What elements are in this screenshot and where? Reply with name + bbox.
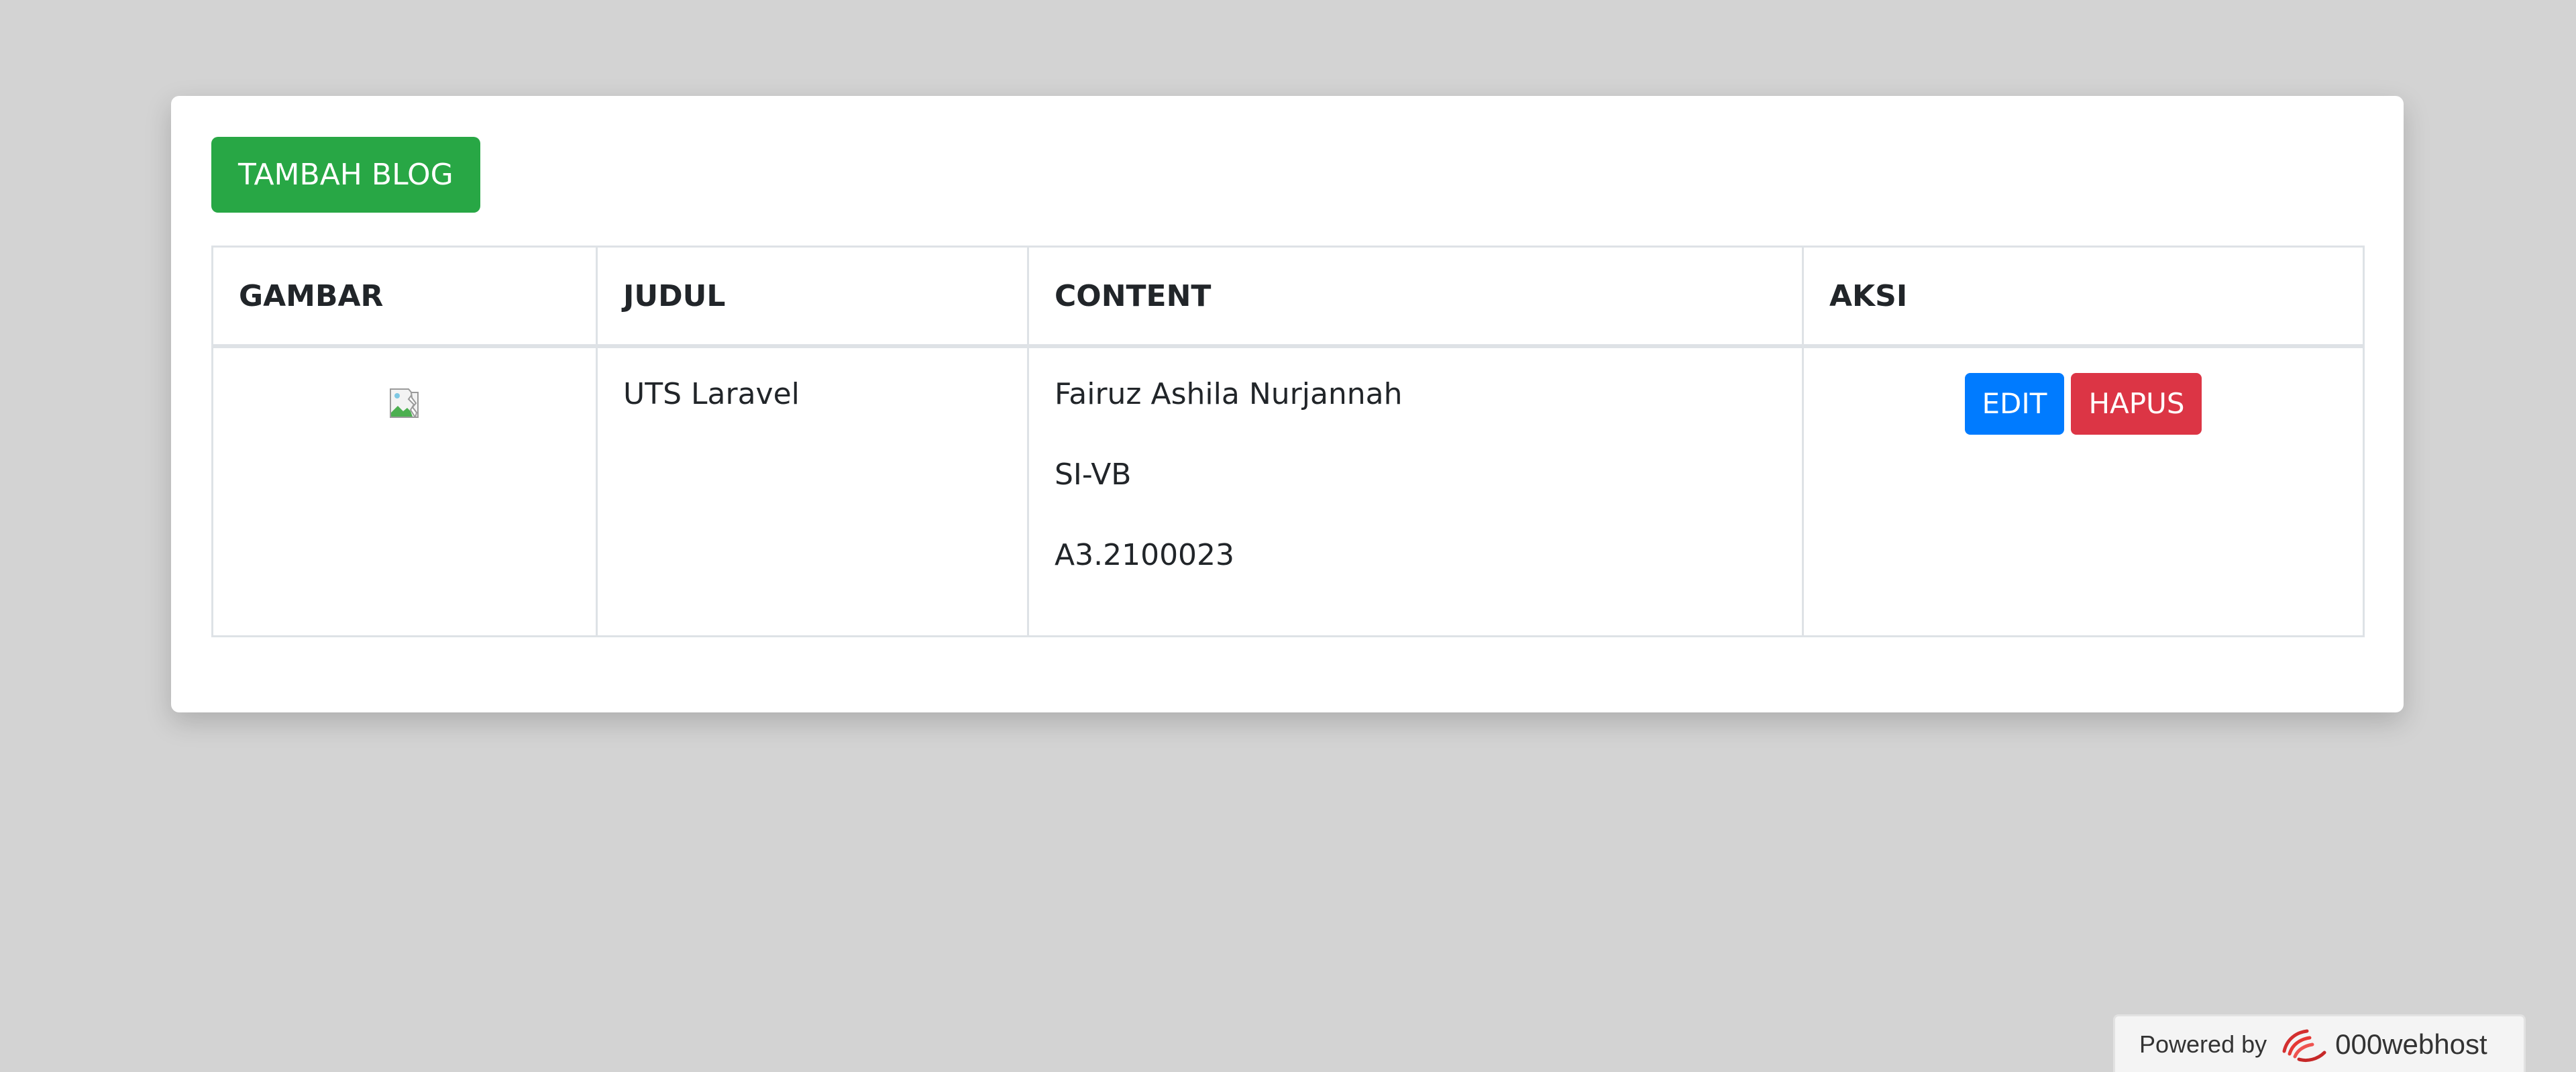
content-line: A3.2100023 [1055,538,1235,572]
header-actions: AKSI [1802,246,2365,348]
cell-image [211,345,598,637]
cell-title: UTS Laravel [596,345,1029,637]
000webhost-logo-icon [2282,1029,2326,1062]
blog-table: GAMBAR JUDUL CONTENT AKSI UTS Laravel Fa… [211,246,2365,637]
edit-button[interactable]: EDIT [1964,373,2065,435]
table-header: GAMBAR JUDUL CONTENT AKSI [211,246,2365,348]
powered-by-badge[interactable]: Powered by 000webhost [2113,1014,2526,1072]
content-line: Fairuz Ashila Nurjannah [1055,377,1403,411]
table-row: UTS Laravel Fairuz Ashila Nurjannah SI-V… [211,345,2365,637]
cell-actions: EDIT HAPUS [1802,345,2365,637]
powered-by-label: Powered by [2139,1030,2267,1058]
delete-button[interactable]: HAPUS [2071,373,2202,435]
header-image: GAMBAR [211,246,598,348]
blog-card: TAMBAH BLOG GAMBAR JUDUL CONTENT AKSI UT… [171,96,2404,712]
add-blog-button[interactable]: TAMBAH BLOG [211,137,480,213]
cell-content: Fairuz Ashila Nurjannah SI-VB A3.2100023 [1027,345,1804,637]
header-content: CONTENT [1027,246,1804,348]
header-title: JUDUL [596,246,1029,348]
row-title: UTS Laravel [623,377,800,411]
brand-name: 000webhost [2335,1028,2487,1060]
content-line: SI-VB [1055,458,1132,492]
broken-image-icon [388,387,421,419]
